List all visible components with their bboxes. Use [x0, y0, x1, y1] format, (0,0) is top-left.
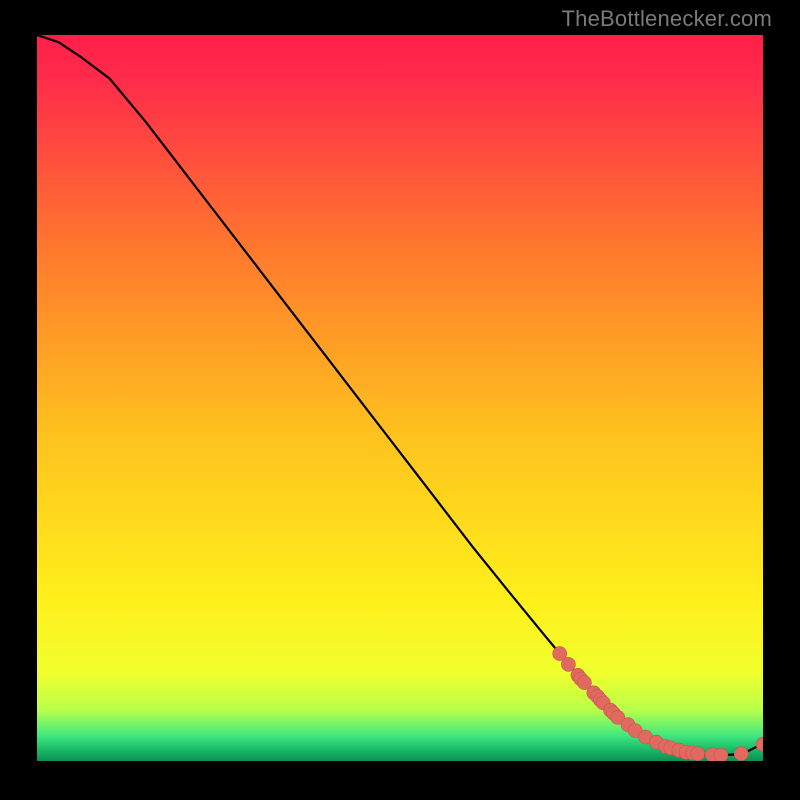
data-point: [714, 748, 728, 761]
data-point: [561, 657, 575, 671]
chart-stage: TheBottlenecker.com: [0, 0, 800, 800]
gradient-background: [37, 35, 763, 761]
data-point: [691, 747, 705, 761]
plot-area: [37, 35, 763, 761]
chart-svg: [37, 35, 763, 761]
data-point: [734, 747, 748, 761]
credit-label: TheBottlenecker.com: [562, 6, 772, 32]
